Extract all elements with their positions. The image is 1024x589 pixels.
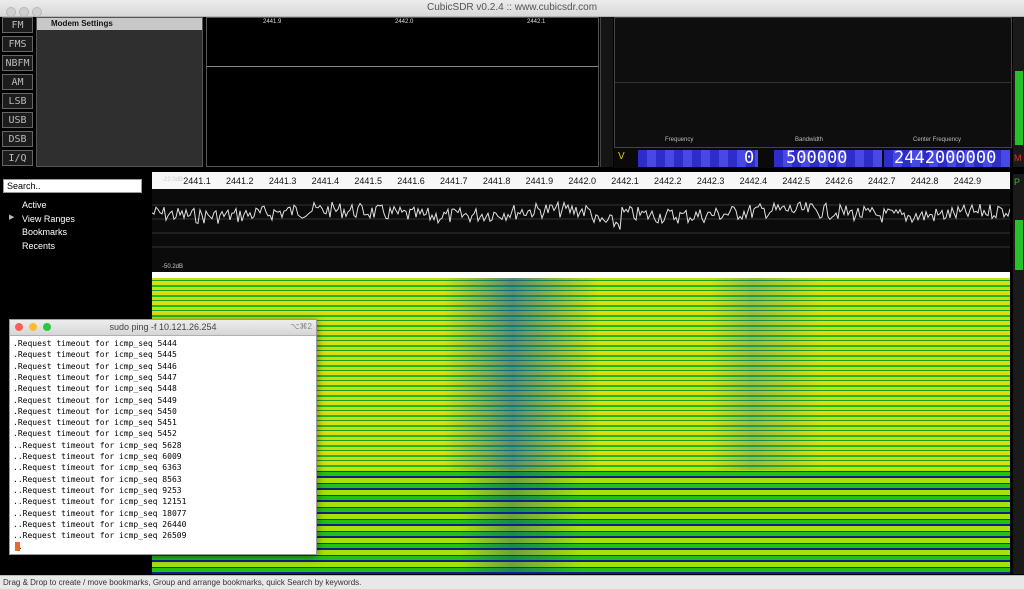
frequency-label: Frequency [665,137,694,143]
audio-spectrum-divider [207,66,598,67]
expand-arrow-icon[interactable]: ▶ [9,213,14,221]
terminal-title: sudo ping -f 10.121.26.254 [109,322,217,332]
terminal-line: .Request timeout for icmp_seq 5444 [13,339,177,348]
audio-tick-label: 2442.1 [527,19,546,25]
frequency-axis-label: 2442.5 [782,176,810,186]
terminal-line: .Request timeout for icmp_seq 5451 [13,418,177,428]
terminal-line: ..Request timeout for icmp_seq 5628 [13,440,182,450]
scope-panel[interactable]: Frequency Bandwidth Center Frequency [614,17,1012,148]
modem-settings-header[interactable]: Modem Settings [37,18,202,30]
terminal-title-bar[interactable]: sudo ping -f 10.121.26.254 ⌥⌘2 [10,320,316,336]
peak-meter[interactable]: P [1013,174,1024,574]
audio-spectrum-panel[interactable]: 2441.9 2442.0 2442.1 [206,17,599,167]
terminal-line: ..Request timeout for icmp_seq 6009 [13,452,182,461]
terminal-cursor [15,542,20,551]
frequency-axis-label: 2442.3 [696,176,725,186]
terminal-line: ..Request timeout for icmp_seq 6363 [13,463,182,473]
demod-button-fms[interactable]: FMS [2,36,33,52]
db-top-label: -22.0dB [162,177,184,183]
frequency-axis-label: 2441.7 [440,176,468,186]
frequency-axis-label: 2442.4 [739,176,768,186]
audio-tick-label: 2442.0 [395,19,414,25]
demod-button-am[interactable]: AM [2,74,33,90]
frequency-axis-label: 2441.6 [397,176,425,186]
demod-button-lsb[interactable]: LSB [2,93,33,109]
frequency-value[interactable]: 0 [744,149,754,167]
center-frequency-value[interactable]: 2442000000 [894,149,996,167]
terminal-line: ..Request timeout for icmp_seq 9253 [13,485,182,495]
frequency-axis-label: 2442.6 [825,176,853,186]
bandwidth-label: Bandwidth [795,137,824,143]
terminal-line: ..Request timeout for icmp_seq 8563 [13,474,182,484]
tree-item-bookmarks[interactable]: Bookmarks [22,227,67,237]
peak-letter: P [1014,177,1021,187]
terminal-line: ..Request timeout for icmp_seq 12151 [13,497,187,507]
terminal-line: .Request timeout for icmp_seq 5447 [13,372,177,382]
frequency-readout-strip: V 0 500000 2442000000 [614,148,1012,168]
frequency-axis-label: 2442.0 [568,176,596,186]
signal-meter[interactable]: S M [1013,17,1024,167]
terminal-line: ..Request timeout for icmp_seq 18077 [13,508,187,518]
search-input[interactable]: Search.. [3,179,142,193]
terminal-line: ..Request timeout for icmp_seq 26509 [13,531,187,541]
terminal-line: .Request timeout for icmp_seq 5449 [13,395,177,405]
frequency-axis-label: 2442.9 [953,176,982,186]
tree-item-active[interactable]: Active [22,200,47,210]
peak-meter-fill [1015,220,1023,270]
frequency-axis-label: 2441.4 [311,176,340,186]
frequency-axis-label: 2441.9 [525,176,554,186]
frequency-axis-label: 2441.2 [226,176,254,186]
frequency-axis-label: 2441.5 [354,176,382,186]
terminal-line: .Request timeout for icmp_seq 5452 [13,429,177,439]
mute-letter: M [1014,153,1022,163]
frequency-axis-label: 2441.8 [482,176,511,186]
window-title: CubicSDR v0.2.4 :: www.cubicsdr.com [426,2,598,13]
terminal-line: .Request timeout for icmp_seq 5448 [13,384,177,394]
terminal-line: ..Request timeout for icmp_seq 26440 [13,519,187,529]
frequency-axis-label: 2442.2 [654,176,682,186]
terminal-line: .Request timeout for icmp_seq 5446 [13,361,177,371]
terminal-line: .Request timeout for icmp_seq 5450 [13,406,177,416]
audio-tick-label: 2441.9 [263,19,282,25]
squelch-letter: S [1014,133,1021,143]
scope-centerline [615,82,1011,83]
frequency-axis-label: 2441.3 [268,176,297,186]
demod-button-dsb[interactable]: DSB [2,131,33,147]
tree-item-recents[interactable]: Recents [22,241,55,251]
frequency-axis-label: 2442.7 [868,176,896,186]
frequency-axis-label: 2442.8 [910,176,939,186]
status-bar: Drag & Drop to create / move bookmarks, … [0,575,1024,589]
frequency-axis-label: 2442.1 [611,176,639,186]
center-frequency-label: Center Frequency [913,137,962,143]
bandwidth-value[interactable]: 500000 [786,149,847,167]
demod-button-usb[interactable]: USB [2,112,33,128]
demod-button-nbfm[interactable]: NBFM [2,55,33,71]
terminal-line: .Request timeout for icmp_seq 5445 [13,350,177,360]
terminal-shortcut: ⌥⌘2 [290,322,312,331]
mode-letter: V [618,151,625,162]
gain-slider[interactable] [600,17,613,167]
db-bottom-label: -50.2dB [162,264,184,270]
demod-button-iq[interactable]: I/Q [2,150,33,166]
frequency-field[interactable] [638,150,758,167]
terminal-window[interactable]: sudo ping -f 10.121.26.254 ⌥⌘2 .Request … [9,319,317,555]
frequency-axis-label: 2441.1 [183,176,211,186]
tree-item-view-ranges[interactable]: View Ranges [22,214,75,224]
demod-button-fm[interactable]: FM [2,17,33,33]
modem-settings-panel[interactable]: Modem Settings [36,17,203,167]
window-title-bar: CubicSDR v0.2.4 :: www.cubicsdr.com [0,0,1024,17]
